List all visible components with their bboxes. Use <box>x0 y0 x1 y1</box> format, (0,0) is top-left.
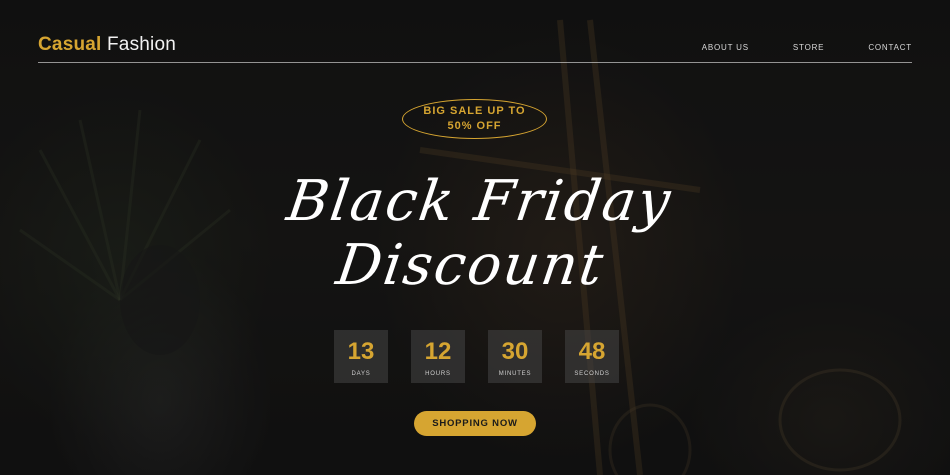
nav-link-contact[interactable]: CONTACT <box>868 43 912 52</box>
sale-badge-line2: 50% OFF <box>447 120 502 132</box>
brand-logo[interactable]: Casual Fashion <box>38 34 176 56</box>
hero-headline-line1: Black Friday <box>283 169 677 234</box>
countdown-hours-value: 12 <box>424 338 452 365</box>
main-nav: ABOUT US STORE CONTACT <box>702 43 912 52</box>
countdown-days-value: 13 <box>347 338 375 365</box>
countdown-minutes: 30 MINUTES <box>488 330 542 383</box>
countdown-days: 13 DAYS <box>334 330 388 383</box>
countdown-days-label: DAYS <box>351 371 371 377</box>
sale-badge-line1: BIG SALE UP TO <box>423 105 526 117</box>
nav-link-store[interactable]: STORE <box>793 43 824 52</box>
hero-headline: Black Friday Discount <box>0 169 950 298</box>
top-navigation-bar: Casual Fashion ABOUT US STORE CONTACT <box>38 34 912 63</box>
countdown-hours-label: HOURS <box>425 371 451 377</box>
shopping-now-button[interactable]: SHOPPING NOW <box>414 411 536 436</box>
countdown-minutes-label: MINUTES <box>498 371 532 377</box>
countdown-hours: 12 HOURS <box>411 330 465 383</box>
countdown-seconds-value: 48 <box>578 338 606 365</box>
hero-headline-line2: Discount <box>332 233 609 298</box>
countdown-minutes-value: 30 <box>501 338 529 365</box>
countdown-seconds: 48 SECONDS <box>565 330 619 383</box>
brand-accent-word: Casual <box>38 34 102 55</box>
nav-link-about-us[interactable]: ABOUT US <box>702 43 749 52</box>
sale-badge: BIG SALE UP TO 50% OFF <box>402 99 547 139</box>
brand-rest-word: Fashion <box>107 34 176 55</box>
countdown-seconds-label: SECONDS <box>574 371 610 377</box>
countdown-timer: 13 DAYS 12 HOURS 30 MINUTES 48 SECONDS <box>334 330 619 383</box>
